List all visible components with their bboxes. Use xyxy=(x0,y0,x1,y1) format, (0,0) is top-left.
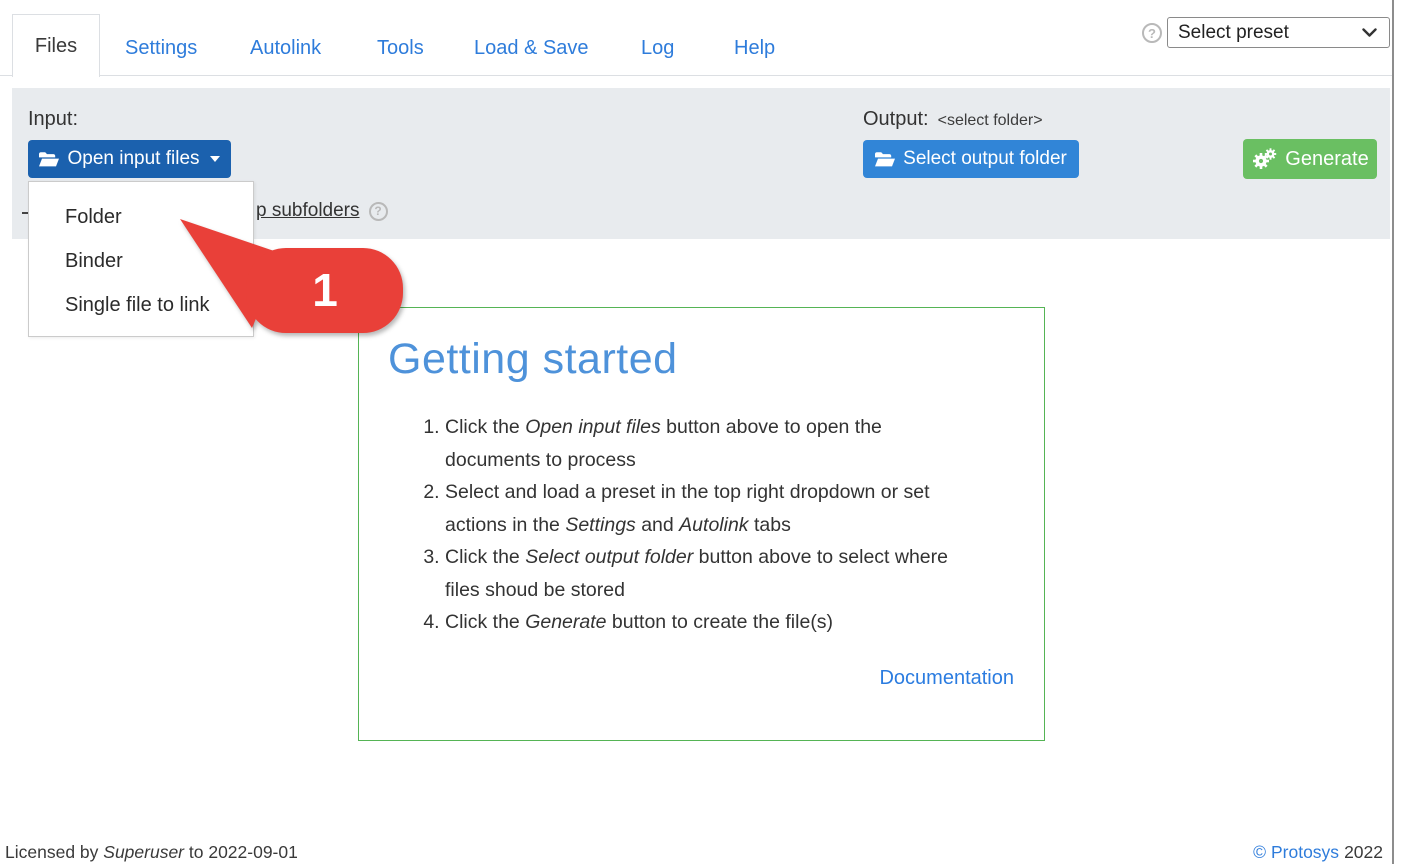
output-row: Output: <select folder> xyxy=(863,108,1043,131)
tab-autolink[interactable]: Autolink xyxy=(250,37,321,60)
preset-help-icon[interactable]: ? xyxy=(1142,23,1162,43)
output-folder-value: <select folder> xyxy=(938,112,1043,130)
tab-settings[interactable]: Settings xyxy=(125,37,197,60)
copyright-year: 2022 xyxy=(1344,842,1383,863)
window-edge xyxy=(1392,0,1394,864)
select-output-folder-button[interactable]: Select output folder xyxy=(863,140,1079,178)
license-user: Superuser xyxy=(103,842,184,862)
open-folder-icon xyxy=(39,152,59,167)
callout-number: 1 xyxy=(299,263,351,318)
gears-icon xyxy=(1251,148,1277,170)
getting-started-panel: Getting started Click the Open input fil… xyxy=(358,307,1045,741)
tab-tools[interactable]: Tools xyxy=(377,37,424,60)
step-4: Click the Generate button to create the … xyxy=(445,606,948,639)
open-input-files-button[interactable]: Open input files xyxy=(28,140,231,178)
getting-started-title: Getting started xyxy=(388,335,678,384)
generate-button[interactable]: Generate xyxy=(1243,139,1377,179)
copyright-text: © Protosys 2022 xyxy=(1253,842,1383,863)
app-window: Files Settings Autolink Tools Load & Sav… xyxy=(0,0,1401,864)
chevron-down-icon xyxy=(1362,28,1377,38)
license-text: Licensed by Superuser to 2022-09-01 xyxy=(5,842,298,863)
step-2: Select and load a preset in the top righ… xyxy=(445,476,948,541)
select-output-folder-label: Select output folder xyxy=(903,148,1067,170)
preset-select-value: Select preset xyxy=(1178,22,1362,44)
generate-label: Generate xyxy=(1285,148,1368,171)
caret-down-icon xyxy=(210,156,220,162)
tab-log[interactable]: Log xyxy=(641,37,674,60)
step-3: Click the Select output folder button ab… xyxy=(445,541,948,606)
input-label: Input: xyxy=(28,108,78,131)
company-link[interactable]: Protosys xyxy=(1271,842,1339,863)
tab-files[interactable]: Files xyxy=(12,14,100,77)
tab-help[interactable]: Help xyxy=(734,37,775,60)
tabbar-divider xyxy=(0,75,1392,76)
step-1: Click the Open input files button above … xyxy=(445,411,948,476)
getting-started-steps: Click the Open input files button above … xyxy=(388,411,948,639)
tab-load-save[interactable]: Load & Save xyxy=(474,37,589,60)
open-folder-icon xyxy=(875,152,895,167)
open-input-files-label: Open input files xyxy=(67,148,199,170)
callout-arrow xyxy=(165,200,415,345)
copyright-symbol: © xyxy=(1253,842,1266,863)
preset-select[interactable]: Select preset xyxy=(1167,17,1390,48)
documentation-link[interactable]: Documentation xyxy=(879,667,1014,690)
output-label: Output: xyxy=(863,108,929,131)
